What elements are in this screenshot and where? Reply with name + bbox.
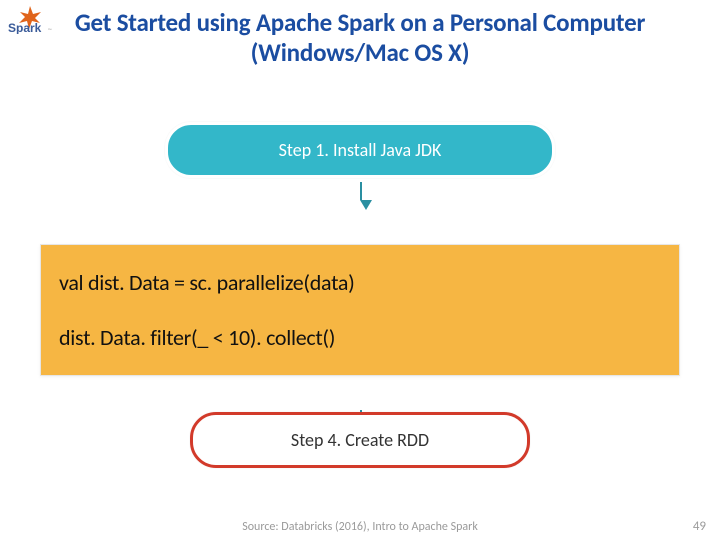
code-overlay: val dist. Data = sc. parallelize(data) d… <box>40 244 680 376</box>
final-step-block: Step 4. Create RDD <box>0 406 720 468</box>
slide-title: Get Started using Apache Spark on a Pers… <box>30 8 690 67</box>
step-1: Step 1. Install Java JDK <box>165 122 555 178</box>
code-line-1: val dist. Data = sc. parallelize(data) <box>59 269 661 296</box>
slide-title-wrap: Get Started using Apache Spark on a Pers… <box>30 8 690 67</box>
page-number: 49 <box>693 519 706 534</box>
step-4: Step 4. Create RDD <box>190 412 530 468</box>
source-citation: Source: Databricks (2016), Intro to Apac… <box>0 520 720 534</box>
step-1-label: Step 1. Install Java JDK <box>279 139 442 161</box>
code-line-2: dist. Data. filter(_ < 10). collect() <box>59 324 661 351</box>
step-4-label: Step 4. Create RDD <box>291 429 429 451</box>
